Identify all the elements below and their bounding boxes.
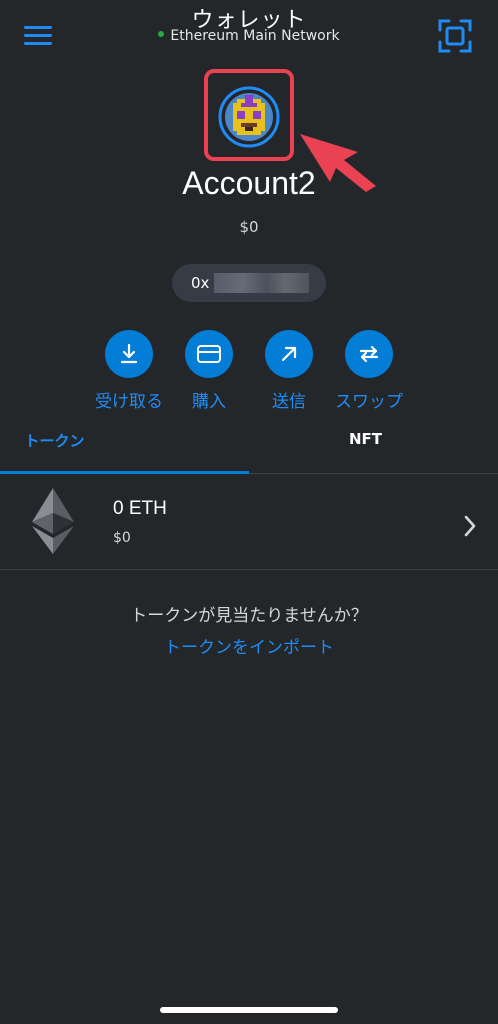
buy-button[interactable]: 購入 — [164, 330, 254, 412]
account-avatar[interactable] — [218, 86, 280, 148]
network-selector[interactable]: Ethereum Main Network — [0, 28, 498, 44]
account-name[interactable]: Account2 — [0, 165, 498, 202]
qr-scan-icon — [438, 19, 472, 53]
address-copy-button[interactable]: 0x — [172, 264, 326, 302]
home-indicator[interactable] — [160, 1007, 338, 1013]
receive-icon — [105, 330, 153, 378]
swap-icon — [345, 330, 393, 378]
tokens-not-found-text: トークンが見当たりませんか？ — [130, 606, 368, 626]
receive-button[interactable]: 受け取る — [84, 330, 174, 412]
ethereum-icon — [32, 488, 74, 554]
tab-nft[interactable]: NFT — [249, 430, 498, 472]
chevron-right-icon — [464, 515, 476, 537]
token-row-eth[interactable]: 0 ETH $0 — [0, 474, 498, 570]
tab-tokens[interactable]: トークン — [0, 430, 249, 472]
swap-button[interactable]: スワップ — [324, 330, 414, 412]
pixel-avatar-icon — [218, 86, 280, 148]
buy-card-icon — [185, 330, 233, 378]
receive-label: 受け取る — [95, 392, 163, 412]
token-amount: 0 ETH — [113, 498, 167, 519]
network-status-dot — [158, 31, 165, 37]
qr-scan-button[interactable] — [437, 18, 473, 54]
tab-nft-label: NFT — [348, 430, 383, 448]
send-arrow-icon — [265, 330, 313, 378]
token-fiat-value: $0 — [113, 530, 131, 546]
tab-tokens-label: トークン — [24, 432, 85, 450]
swap-label: スワップ — [335, 392, 403, 412]
address-redacted — [214, 273, 309, 293]
send-button[interactable]: 送信 — [244, 330, 334, 412]
network-name: Ethereum Main Network — [170, 28, 340, 44]
send-label: 送信 — [272, 392, 306, 412]
import-tokens-link[interactable]: トークンをインポート — [0, 633, 498, 658]
address-prefix: 0x — [191, 274, 210, 292]
buy-label: 購入 — [192, 392, 226, 412]
account-balance: $0 — [239, 218, 259, 236]
